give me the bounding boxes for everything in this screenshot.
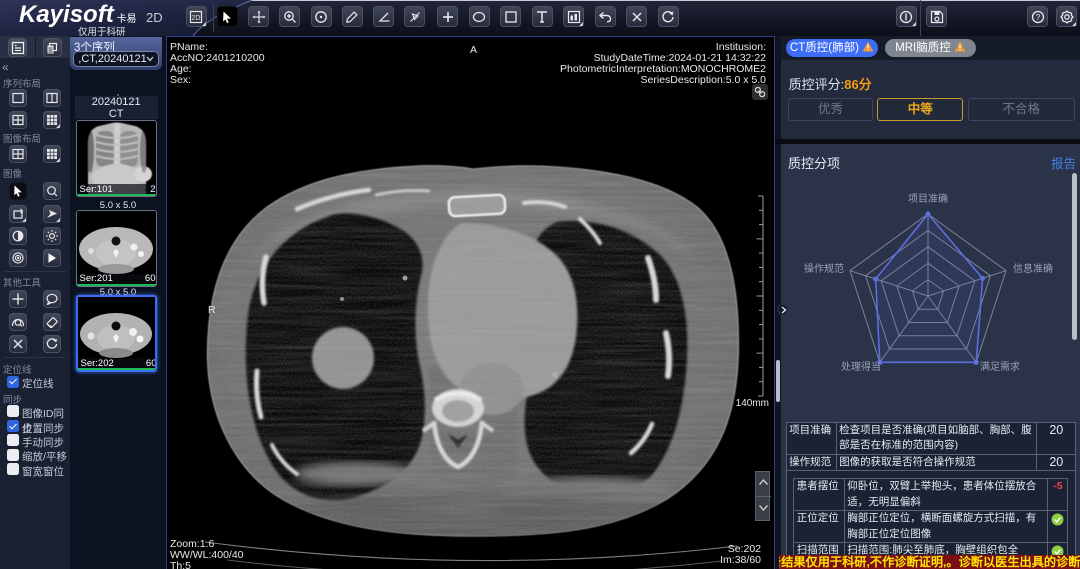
svg-text:信息准确: 信息准确: [1013, 262, 1053, 275]
svg-text:2D: 2D: [192, 15, 201, 22]
svg-text:处理得当: 处理得当: [841, 360, 881, 373]
svg-text:140mm: 140mm: [735, 398, 768, 409]
svg-text:项目准确: 项目准确: [908, 192, 948, 205]
svg-text:操作规范: 操作规范: [804, 262, 844, 275]
svg-text:?: ?: [1036, 13, 1041, 22]
svg-text:满足需求: 满足需求: [980, 361, 1020, 373]
